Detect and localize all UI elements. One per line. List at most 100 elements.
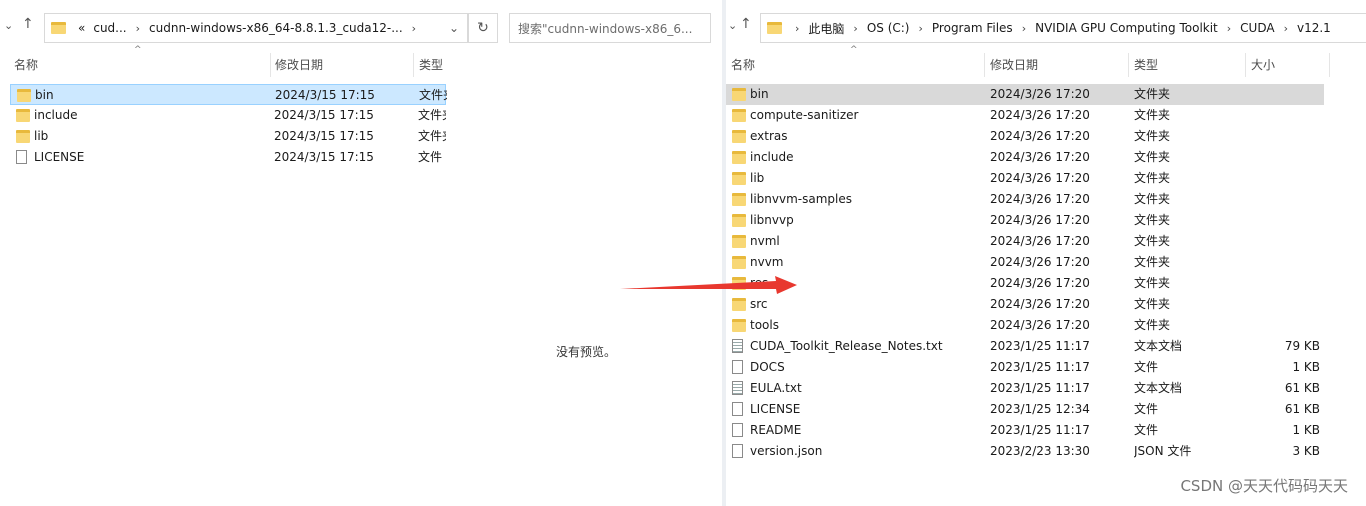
address-segment[interactable]: NVIDIA GPU Computing Toolkit xyxy=(1031,21,1222,35)
file-row[interactable]: LICENSE 2023/1/25 12:34 文件 61 KB xyxy=(726,399,1324,420)
search-input[interactable]: 搜索"cudnn-windows-x86_6... xyxy=(509,13,711,43)
file-row[interactable]: CUDA_Toolkit_Release_Notes.txt 2023/1/25 … xyxy=(726,336,1324,357)
address-segment[interactable]: Program Files xyxy=(928,21,1017,35)
folder-icon xyxy=(767,22,782,34)
file-row[interactable]: libnvvp 2024/3/26 17:20 文件夹 xyxy=(726,210,1324,231)
chevron-right-icon[interactable]: › xyxy=(131,22,145,35)
up-arrow-icon[interactable]: ↑ xyxy=(740,16,752,32)
up-arrow-icon[interactable]: ↑ xyxy=(22,16,34,32)
file-name: libnvvp xyxy=(750,213,794,227)
file-name: README xyxy=(750,423,802,437)
address-segment[interactable]: 此电脑 xyxy=(804,20,848,37)
file-row[interactable]: bin 2024/3/15 17:15 文件夹 xyxy=(10,84,447,105)
address-overflow[interactable]: « xyxy=(74,21,89,35)
file-type: 文本文档 xyxy=(1134,339,1183,353)
file-type: 文件夹 xyxy=(1134,276,1171,290)
file-date: 2024/3/15 17:15 xyxy=(274,150,374,164)
file-type: 文件夹 xyxy=(1134,192,1171,206)
file-row[interactable]: README 2023/1/25 11:17 文件 1 KB xyxy=(726,420,1324,441)
file-date: 2024/3/26 17:20 xyxy=(990,108,1090,122)
file-type: 文件夹 xyxy=(1134,234,1171,248)
file-row[interactable]: compute-sanitizer 2024/3/26 17:20 文件夹 xyxy=(726,105,1324,126)
file-type: 文件 xyxy=(1134,360,1159,374)
file-name: CUDA_Toolkit_Release_Notes.txt xyxy=(750,339,943,353)
folder-icon xyxy=(17,89,31,102)
column-name[interactable]: 名称 xyxy=(726,53,985,77)
file-row[interactable]: src 2024/3/26 17:20 文件夹 xyxy=(726,294,1324,315)
chevron-down-icon[interactable]: ⌄ xyxy=(4,19,13,32)
file-size xyxy=(1250,189,1320,210)
file-size xyxy=(1250,252,1320,273)
file-type: 文本文档 xyxy=(1134,381,1183,395)
file-name: nvml xyxy=(750,234,780,248)
watermark: CSDN @天天代码码天天 xyxy=(1180,477,1348,495)
file-row[interactable]: bin 2024/3/26 17:20 文件夹 xyxy=(726,84,1324,105)
file-name: res xyxy=(750,276,769,290)
file-row[interactable]: tools 2024/3/26 17:20 文件夹 xyxy=(726,315,1324,336)
address-segment[interactable]: CUDA xyxy=(1236,21,1278,35)
column-date[interactable]: 修改日期 xyxy=(985,53,1129,77)
folder-icon xyxy=(732,193,746,206)
file-date: 2024/3/15 17:15 xyxy=(274,129,374,143)
text-file-icon xyxy=(732,339,743,353)
file-date: 2024/3/26 17:20 xyxy=(990,129,1090,143)
file-row[interactable]: lib 2024/3/26 17:20 文件夹 xyxy=(726,168,1324,189)
folder-icon xyxy=(51,22,66,34)
file-row[interactable]: version.json 2023/2/23 13:30 JSON 文件 3 KB xyxy=(726,441,1324,462)
file-date: 2024/3/15 17:15 xyxy=(275,88,375,102)
file-row[interactable]: extras 2024/3/26 17:20 文件夹 xyxy=(726,126,1324,147)
file-date: 2024/3/26 17:20 xyxy=(990,150,1090,164)
chevron-right-icon[interactable]: › xyxy=(914,22,928,35)
file-row[interactable]: DOCS 2023/1/25 11:17 文件 1 KB xyxy=(726,357,1324,378)
search-placeholder: 搜索"cudnn-windows-x86_6... xyxy=(518,21,693,36)
file-type: 文件夹 xyxy=(1134,297,1171,311)
file-date: 2024/3/26 17:20 xyxy=(990,297,1090,311)
column-type[interactable]: 类型 xyxy=(414,53,448,77)
file-size xyxy=(1250,126,1320,147)
address-segment[interactable]: OS (C:) xyxy=(863,21,914,35)
address-segment[interactable]: v12.1 xyxy=(1293,21,1335,35)
chevron-down-icon[interactable]: ⌄ xyxy=(728,19,737,32)
file-type: JSON 文件 xyxy=(1134,444,1192,458)
folder-icon xyxy=(732,319,746,332)
file-type: 文件夹 xyxy=(1134,213,1171,227)
file-row[interactable]: nvvm 2024/3/26 17:20 文件夹 xyxy=(726,252,1324,273)
file-row[interactable]: res 2024/3/26 17:20 文件夹 xyxy=(726,273,1324,294)
right-explorer-pane: ⌄ ↑ › 此电脑 › OS (C:) › Program Files › NV… xyxy=(726,0,1366,506)
file-row[interactable]: include 2024/3/15 17:15 文件夹 xyxy=(10,105,446,126)
chevron-right-icon[interactable]: › xyxy=(848,22,862,35)
file-date: 2023/1/25 12:34 xyxy=(990,402,1090,416)
file-type: 文件 xyxy=(418,150,443,164)
chevron-right-icon[interactable]: › xyxy=(1279,22,1293,35)
file-name: LICENSE xyxy=(750,402,801,416)
chevron-right-icon[interactable]: › xyxy=(407,22,421,35)
refresh-button[interactable]: ↻ xyxy=(468,13,498,43)
folder-icon xyxy=(732,130,746,143)
right-address-bar[interactable]: › 此电脑 › OS (C:) › Program Files › NVIDIA… xyxy=(760,13,1366,43)
file-row[interactable]: EULA.txt 2023/1/25 11:17 文本文档 61 KB xyxy=(726,378,1324,399)
file-size xyxy=(1250,273,1320,294)
file-row[interactable]: include 2024/3/26 17:20 文件夹 xyxy=(726,147,1324,168)
left-address-bar[interactable]: « cud... › cudnn-windows-x86_64-8.8.1.3_… xyxy=(44,13,468,43)
file-date: 2023/1/25 11:17 xyxy=(990,381,1090,395)
file-row[interactable]: lib 2024/3/15 17:15 文件夹 xyxy=(10,126,446,147)
column-size[interactable]: 大小 xyxy=(1246,53,1330,77)
address-segment[interactable]: cudnn-windows-x86_64-8.8.1.3_cuda12-... xyxy=(145,21,407,35)
file-row[interactable]: LICENSE 2024/3/15 17:15 文件 xyxy=(10,147,446,168)
chevron-right-icon[interactable]: › xyxy=(790,22,804,35)
file-type: 文件夹 xyxy=(418,129,446,143)
chevron-right-icon[interactable]: › xyxy=(1222,22,1236,35)
file-row[interactable]: nvml 2024/3/26 17:20 文件夹 xyxy=(726,231,1324,252)
chevron-down-icon[interactable]: ⌄ xyxy=(449,21,459,35)
folder-icon xyxy=(732,214,746,227)
file-row[interactable]: libnvvm-samples 2024/3/26 17:20 文件夹 xyxy=(726,189,1324,210)
column-name[interactable]: 名称 xyxy=(9,53,271,77)
file-size xyxy=(1250,84,1320,105)
column-type[interactable]: 类型 xyxy=(1129,53,1246,77)
column-date[interactable]: 修改日期 xyxy=(270,53,414,77)
file-type: 文件 xyxy=(1134,423,1159,437)
chevron-right-icon[interactable]: › xyxy=(1017,22,1031,35)
file-size xyxy=(1250,231,1320,252)
file-icon xyxy=(732,360,743,374)
address-segment[interactable]: cud... xyxy=(89,21,130,35)
